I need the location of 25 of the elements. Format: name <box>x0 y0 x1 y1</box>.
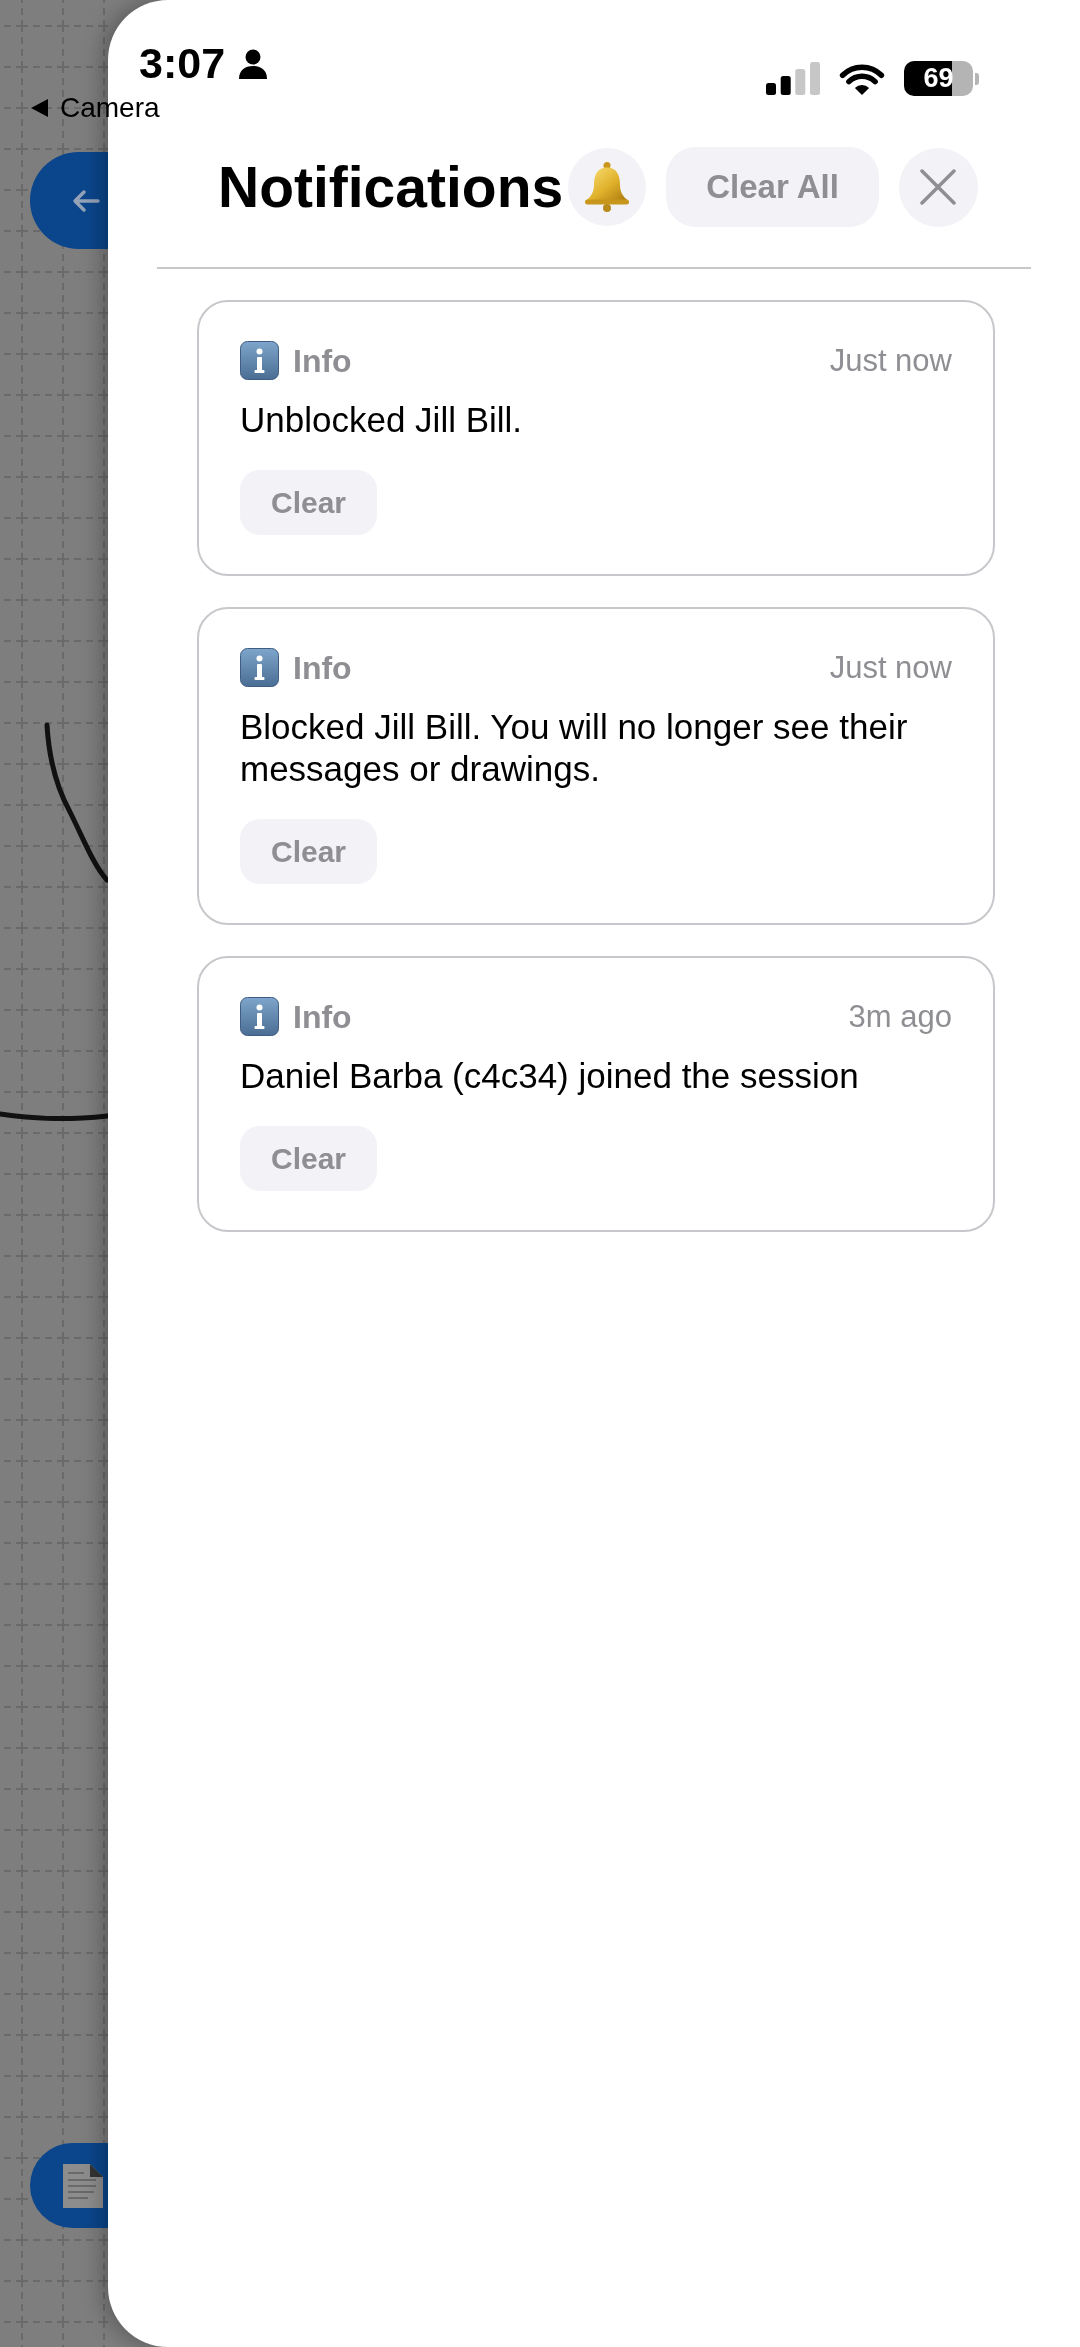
panel-title: Notifications <box>218 158 564 216</box>
notification-type: Info <box>293 651 352 684</box>
notification-time: Just now <box>829 345 952 376</box>
clear-button[interactable]: Clear <box>240 819 378 884</box>
close-icon <box>920 169 957 205</box>
clear-button[interactable]: Clear <box>240 470 378 535</box>
info-icon <box>240 997 279 1036</box>
notification-message: Daniel Barba (c4c34) joined the session <box>240 1055 859 1097</box>
notification-time: 3m ago <box>848 1001 952 1032</box>
status-time: 3:07 <box>139 42 226 85</box>
info-icon <box>240 648 279 687</box>
clear-button[interactable]: Clear <box>240 1126 378 1191</box>
notification-time: Just now <box>829 652 952 683</box>
notification-type: Info <box>293 344 352 377</box>
document-icon <box>62 2162 104 2209</box>
notification-type: Info <box>293 1000 352 1033</box>
clear-all-button[interactable]: Clear All <box>666 147 879 227</box>
bell-icon <box>584 162 631 212</box>
notification-message: Unblocked Jill Bill. <box>240 399 523 441</box>
person-icon <box>238 48 269 79</box>
back-icon <box>31 99 48 117</box>
notification-message: Blocked Jill Bill. You will no longer see their messages or drawings. <box>240 706 909 790</box>
signal-icon <box>766 62 820 95</box>
info-icon <box>240 341 279 380</box>
arrow-left-icon <box>72 188 100 213</box>
